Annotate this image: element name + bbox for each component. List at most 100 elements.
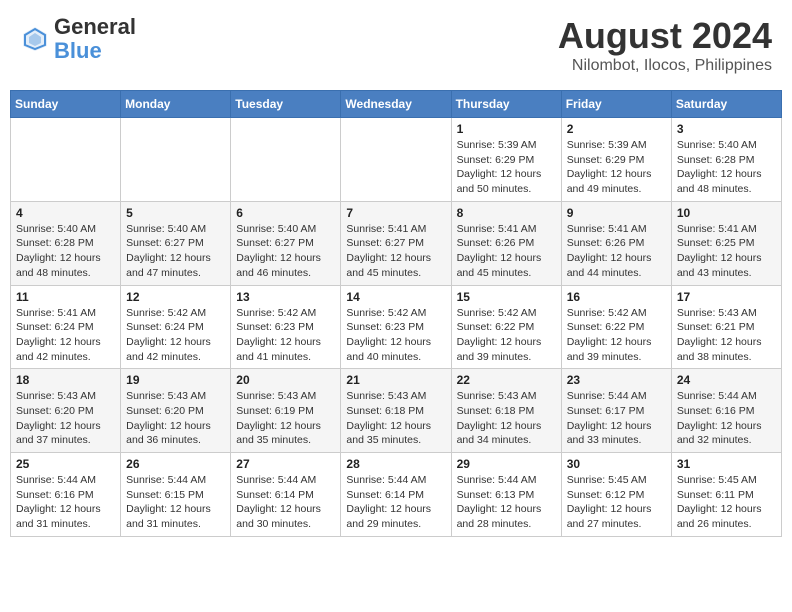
day-number: 4 — [16, 206, 115, 220]
day-of-week-header: Monday — [121, 91, 231, 118]
calendar-day-cell: 1Sunrise: 5:39 AM Sunset: 6:29 PM Daylig… — [451, 118, 561, 202]
calendar-body: 1Sunrise: 5:39 AM Sunset: 6:29 PM Daylig… — [11, 118, 782, 537]
calendar-week-row: 4 Sunrise: 5:40 AM Sunset: 6:28 PM Daylig… — [11, 201, 782, 285]
calendar-day-cell: 18 Sunrise: 5:43 AM Sunset: 6:20 PM Dayli… — [11, 369, 121, 453]
day-info: Sunrise: 5:42 AM Sunset: 6:23 PM Dayligh… — [236, 306, 335, 365]
calendar-day-cell: 30Sunrise: 5:45 AM Sunset: 6:12 PM Dayli… — [561, 453, 671, 537]
day-info: Sunrise: 5:44 AM Sunset: 6:14 PM Dayligh… — [236, 473, 335, 532]
day-number: 19 — [126, 373, 225, 387]
calendar-header: SundayMondayTuesdayWednesdayThursdayFrid… — [11, 91, 782, 118]
day-number: 3 — [677, 122, 776, 136]
day-info: Sunrise: 5:43 AM Sunset: 6:19 PM Dayligh… — [236, 389, 335, 448]
day-of-week-header: Saturday — [671, 91, 781, 118]
calendar-subtitle: Nilombot, Ilocos, Philippines — [558, 57, 772, 75]
calendar-day-cell: 7 Sunrise: 5:41 AM Sunset: 6:27 PM Daylig… — [341, 201, 451, 285]
calendar-day-cell: 29 Sunrise: 5:44 AM Sunset: 6:13 PM Dayli… — [451, 453, 561, 537]
calendar-day-cell: 10 Sunrise: 5:41 AM Sunset: 6:25 PM Dayli… — [671, 201, 781, 285]
days-of-week-row: SundayMondayTuesdayWednesdayThursdayFrid… — [11, 91, 782, 118]
day-number: 31 — [677, 457, 776, 471]
day-number: 26 — [126, 457, 225, 471]
day-info: Sunrise: 5:40 AM Sunset: 6:28 PM Dayligh… — [677, 138, 776, 197]
day-info: Sunrise: 5:44 AM Sunset: 6:14 PM Dayligh… — [346, 473, 445, 532]
logo-icon — [20, 24, 50, 54]
calendar-day-cell: 19Sunrise: 5:43 AM Sunset: 6:20 PM Dayli… — [121, 369, 231, 453]
day-of-week-header: Wednesday — [341, 91, 451, 118]
calendar-day-cell: 8 Sunrise: 5:41 AM Sunset: 6:26 PM Daylig… — [451, 201, 561, 285]
calendar-day-cell: 24 Sunrise: 5:44 AM Sunset: 6:16 PM Dayli… — [671, 369, 781, 453]
calendar-week-row: 18 Sunrise: 5:43 AM Sunset: 6:20 PM Dayli… — [11, 369, 782, 453]
calendar-day-cell: 9Sunrise: 5:41 AM Sunset: 6:26 PM Daylig… — [561, 201, 671, 285]
calendar-day-cell: 5 Sunrise: 5:40 AM Sunset: 6:27 PM Daylig… — [121, 201, 231, 285]
day-number: 21 — [346, 373, 445, 387]
day-number: 24 — [677, 373, 776, 387]
calendar-day-cell: 21Sunrise: 5:43 AM Sunset: 6:18 PM Dayli… — [341, 369, 451, 453]
day-info: Sunrise: 5:43 AM Sunset: 6:18 PM Dayligh… — [457, 389, 556, 448]
calendar-day-cell: 31Sunrise: 5:45 AM Sunset: 6:11 PM Dayli… — [671, 453, 781, 537]
calendar-day-cell: 28 Sunrise: 5:44 AM Sunset: 6:14 PM Dayli… — [341, 453, 451, 537]
day-info: Sunrise: 5:42 AM Sunset: 6:23 PM Dayligh… — [346, 306, 445, 365]
calendar-week-row: 1Sunrise: 5:39 AM Sunset: 6:29 PM Daylig… — [11, 118, 782, 202]
day-number: 17 — [677, 290, 776, 304]
calendar-day-cell: 2Sunrise: 5:39 AM Sunset: 6:29 PM Daylig… — [561, 118, 671, 202]
calendar-title: August 2024 — [558, 15, 772, 57]
calendar-day-cell — [11, 118, 121, 202]
day-number: 30 — [567, 457, 666, 471]
day-info: Sunrise: 5:43 AM Sunset: 6:20 PM Dayligh… — [16, 389, 115, 448]
day-info: Sunrise: 5:41 AM Sunset: 6:25 PM Dayligh… — [677, 222, 776, 281]
day-of-week-header: Sunday — [11, 91, 121, 118]
day-info: Sunrise: 5:40 AM Sunset: 6:27 PM Dayligh… — [236, 222, 335, 281]
day-info: Sunrise: 5:41 AM Sunset: 6:26 PM Dayligh… — [567, 222, 666, 281]
day-number: 18 — [16, 373, 115, 387]
calendar-day-cell: 22 Sunrise: 5:43 AM Sunset: 6:18 PM Dayli… — [451, 369, 561, 453]
calendar-week-row: 25Sunrise: 5:44 AM Sunset: 6:16 PM Dayli… — [11, 453, 782, 537]
calendar-day-cell: 23 Sunrise: 5:44 AM Sunset: 6:17 PM Dayli… — [561, 369, 671, 453]
day-number: 29 — [457, 457, 556, 471]
day-info: Sunrise: 5:44 AM Sunset: 6:16 PM Dayligh… — [677, 389, 776, 448]
day-number: 10 — [677, 206, 776, 220]
day-info: Sunrise: 5:39 AM Sunset: 6:29 PM Dayligh… — [457, 138, 556, 197]
day-info: Sunrise: 5:41 AM Sunset: 6:27 PM Dayligh… — [346, 222, 445, 281]
logo: General Blue — [20, 15, 136, 63]
calendar-day-cell — [341, 118, 451, 202]
day-number: 16 — [567, 290, 666, 304]
day-info: Sunrise: 5:44 AM Sunset: 6:16 PM Dayligh… — [16, 473, 115, 532]
calendar-day-cell: 3 Sunrise: 5:40 AM Sunset: 6:28 PM Daylig… — [671, 118, 781, 202]
day-number: 28 — [346, 457, 445, 471]
calendar-day-cell — [231, 118, 341, 202]
day-number: 14 — [346, 290, 445, 304]
day-info: Sunrise: 5:42 AM Sunset: 6:22 PM Dayligh… — [567, 306, 666, 365]
day-number: 7 — [346, 206, 445, 220]
calendar-day-cell: 16 Sunrise: 5:42 AM Sunset: 6:22 PM Dayli… — [561, 285, 671, 369]
day-info: Sunrise: 5:44 AM Sunset: 6:17 PM Dayligh… — [567, 389, 666, 448]
logo-text: General Blue — [54, 15, 136, 63]
calendar-day-cell: 25Sunrise: 5:44 AM Sunset: 6:16 PM Dayli… — [11, 453, 121, 537]
calendar-table: SundayMondayTuesdayWednesdayThursdayFrid… — [10, 90, 782, 537]
day-number: 5 — [126, 206, 225, 220]
day-of-week-header: Thursday — [451, 91, 561, 118]
day-number: 27 — [236, 457, 335, 471]
calendar-day-cell: 11Sunrise: 5:41 AM Sunset: 6:24 PM Dayli… — [11, 285, 121, 369]
day-of-week-header: Friday — [561, 91, 671, 118]
day-number: 22 — [457, 373, 556, 387]
day-of-week-header: Tuesday — [231, 91, 341, 118]
calendar-day-cell: 14 Sunrise: 5:42 AM Sunset: 6:23 PM Dayli… — [341, 285, 451, 369]
day-info: Sunrise: 5:43 AM Sunset: 6:21 PM Dayligh… — [677, 306, 776, 365]
day-number: 12 — [126, 290, 225, 304]
day-info: Sunrise: 5:41 AM Sunset: 6:26 PM Dayligh… — [457, 222, 556, 281]
calendar-day-cell: 20Sunrise: 5:43 AM Sunset: 6:19 PM Dayli… — [231, 369, 341, 453]
day-info: Sunrise: 5:40 AM Sunset: 6:28 PM Dayligh… — [16, 222, 115, 281]
calendar-day-cell: 15Sunrise: 5:42 AM Sunset: 6:22 PM Dayli… — [451, 285, 561, 369]
day-number: 8 — [457, 206, 556, 220]
day-info: Sunrise: 5:42 AM Sunset: 6:24 PM Dayligh… — [126, 306, 225, 365]
calendar-week-row: 11Sunrise: 5:41 AM Sunset: 6:24 PM Dayli… — [11, 285, 782, 369]
calendar-day-cell: 26Sunrise: 5:44 AM Sunset: 6:15 PM Dayli… — [121, 453, 231, 537]
day-info: Sunrise: 5:40 AM Sunset: 6:27 PM Dayligh… — [126, 222, 225, 281]
calendar-day-cell — [121, 118, 231, 202]
calendar-day-cell: 6Sunrise: 5:40 AM Sunset: 6:27 PM Daylig… — [231, 201, 341, 285]
calendar-day-cell: 17 Sunrise: 5:43 AM Sunset: 6:21 PM Dayli… — [671, 285, 781, 369]
day-info: Sunrise: 5:44 AM Sunset: 6:13 PM Dayligh… — [457, 473, 556, 532]
day-number: 23 — [567, 373, 666, 387]
title-block: August 2024 Nilombot, Ilocos, Philippine… — [558, 15, 772, 75]
page-header: General Blue August 2024 Nilombot, Iloco… — [10, 10, 782, 80]
calendar-day-cell: 13Sunrise: 5:42 AM Sunset: 6:23 PM Dayli… — [231, 285, 341, 369]
